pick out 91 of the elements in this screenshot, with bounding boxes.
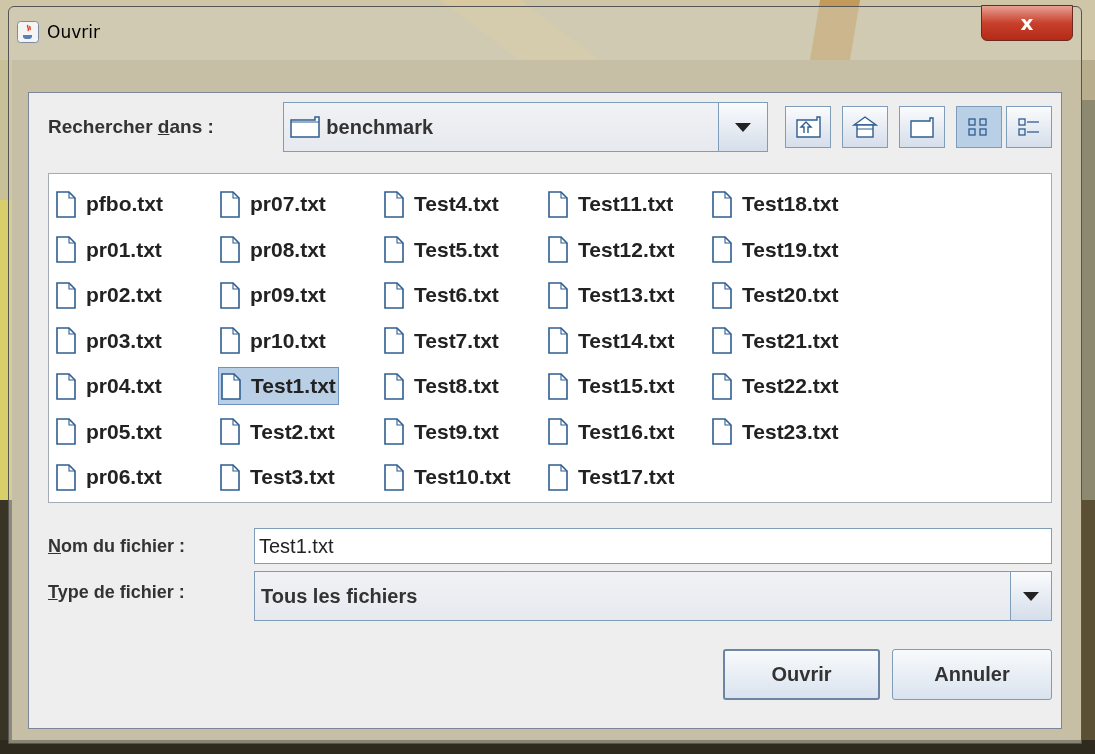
file-item[interactable]: Test9.txt <box>382 412 501 451</box>
file-item[interactable]: pr03.txt <box>54 321 164 360</box>
file-icon <box>548 463 568 491</box>
folder-icon <box>909 115 935 139</box>
file-icon <box>548 190 568 218</box>
file-icon <box>56 281 76 309</box>
file-icon <box>56 236 76 263</box>
file-item[interactable]: pr09.txt <box>218 276 328 314</box>
file-icon <box>220 190 240 218</box>
file-item[interactable]: pr10.txt <box>218 321 328 360</box>
file-name-field[interactable]: Test1.txt <box>254 528 1052 564</box>
file-icon <box>548 372 568 400</box>
file-item[interactable]: Test10.txt <box>382 458 513 496</box>
file-item[interactable]: pr01.txt <box>54 230 164 269</box>
file-icon <box>384 281 404 309</box>
file-icon <box>548 418 568 445</box>
file-item[interactable]: Test7.txt <box>382 321 501 360</box>
file-item[interactable]: Test2.txt <box>218 412 337 451</box>
open-button[interactable]: Ouvrir <box>723 649 880 700</box>
file-icon <box>56 463 76 491</box>
window-title: Ouvrir <box>47 22 100 42</box>
file-item[interactable]: Test5.txt <box>382 230 501 269</box>
file-name-label: Nom du fichier : <box>48 535 186 557</box>
details-view-button[interactable] <box>1006 106 1052 148</box>
file-item[interactable]: Test1.txt <box>218 367 339 405</box>
folder-icon <box>290 116 321 138</box>
file-icon <box>712 327 732 354</box>
file-type-dropdown[interactable]: Tous les fichiers <box>254 571 1052 621</box>
file-icon <box>548 281 568 309</box>
file-icon <box>384 463 404 491</box>
file-icon <box>384 372 404 400</box>
file-icon <box>220 327 240 354</box>
file-item[interactable]: Test6.txt <box>382 276 501 314</box>
file-icon <box>56 327 76 354</box>
file-icon <box>384 327 404 354</box>
file-item[interactable]: Test18.txt <box>710 185 841 223</box>
file-icon <box>220 418 240 445</box>
house-icon <box>852 115 878 139</box>
list-view-button[interactable] <box>956 106 1002 148</box>
file-item[interactable]: Test4.txt <box>382 185 501 223</box>
file-icon <box>712 236 732 263</box>
file-icon <box>712 372 732 400</box>
close-button[interactable]: x <box>981 5 1073 41</box>
cancel-button[interactable]: Annuler <box>892 649 1052 700</box>
file-item[interactable]: Test17.txt <box>546 458 677 496</box>
file-icon <box>384 190 404 218</box>
file-item[interactable]: Test12.txt <box>546 230 677 269</box>
new-folder-button[interactable] <box>899 106 945 148</box>
file-item[interactable]: Test22.txt <box>710 367 841 405</box>
file-item[interactable]: pfbo.txt <box>54 185 165 223</box>
file-icon <box>384 418 404 445</box>
home-button[interactable] <box>842 106 888 148</box>
file-icon <box>548 327 568 354</box>
up-folder-button[interactable] <box>785 106 831 148</box>
file-item[interactable]: Test11.txt <box>546 185 676 223</box>
file-icon <box>56 418 76 445</box>
look-in-label: Rechercher dans : <box>48 116 215 138</box>
file-item[interactable]: pr05.txt <box>54 412 164 451</box>
folder-up-icon <box>795 115 821 139</box>
file-icon <box>56 190 76 218</box>
file-icon <box>220 463 240 491</box>
file-item[interactable]: Test14.txt <box>546 321 677 360</box>
file-icon <box>712 190 732 218</box>
list-icon <box>1016 115 1042 139</box>
caret-icon <box>735 122 751 132</box>
file-icon <box>220 236 240 263</box>
file-item[interactable]: pr07.txt <box>218 185 328 223</box>
caret-icon <box>1023 591 1039 601</box>
file-icon <box>384 236 404 263</box>
file-icon <box>220 281 240 309</box>
look-in-dropdown[interactable]: benchmark <box>283 102 768 152</box>
file-item[interactable]: Test15.txt <box>546 367 677 405</box>
file-item[interactable]: pr08.txt <box>218 230 328 269</box>
file-item[interactable]: Test3.txt <box>218 458 337 496</box>
file-item[interactable]: pr06.txt <box>54 458 164 496</box>
file-icon <box>712 418 732 445</box>
file-item[interactable]: Test19.txt <box>710 230 841 269</box>
file-item[interactable]: pr02.txt <box>54 276 164 314</box>
file-item[interactable]: Test23.txt <box>710 412 841 451</box>
file-icon <box>712 281 732 309</box>
file-item[interactable]: Test21.txt <box>710 321 841 360</box>
file-item[interactable]: Test16.txt <box>546 412 677 451</box>
file-item[interactable]: pr04.txt <box>54 367 164 405</box>
file-icon <box>221 372 241 400</box>
file-item[interactable]: Test20.txt <box>710 276 841 314</box>
file-item[interactable]: Test13.txt <box>546 276 677 314</box>
file-icon <box>548 236 568 263</box>
file-icon <box>56 372 76 400</box>
file-type-label: Type de fichier : <box>48 581 186 603</box>
java-cup-icon <box>17 21 39 43</box>
file-item[interactable]: Test8.txt <box>382 367 501 405</box>
